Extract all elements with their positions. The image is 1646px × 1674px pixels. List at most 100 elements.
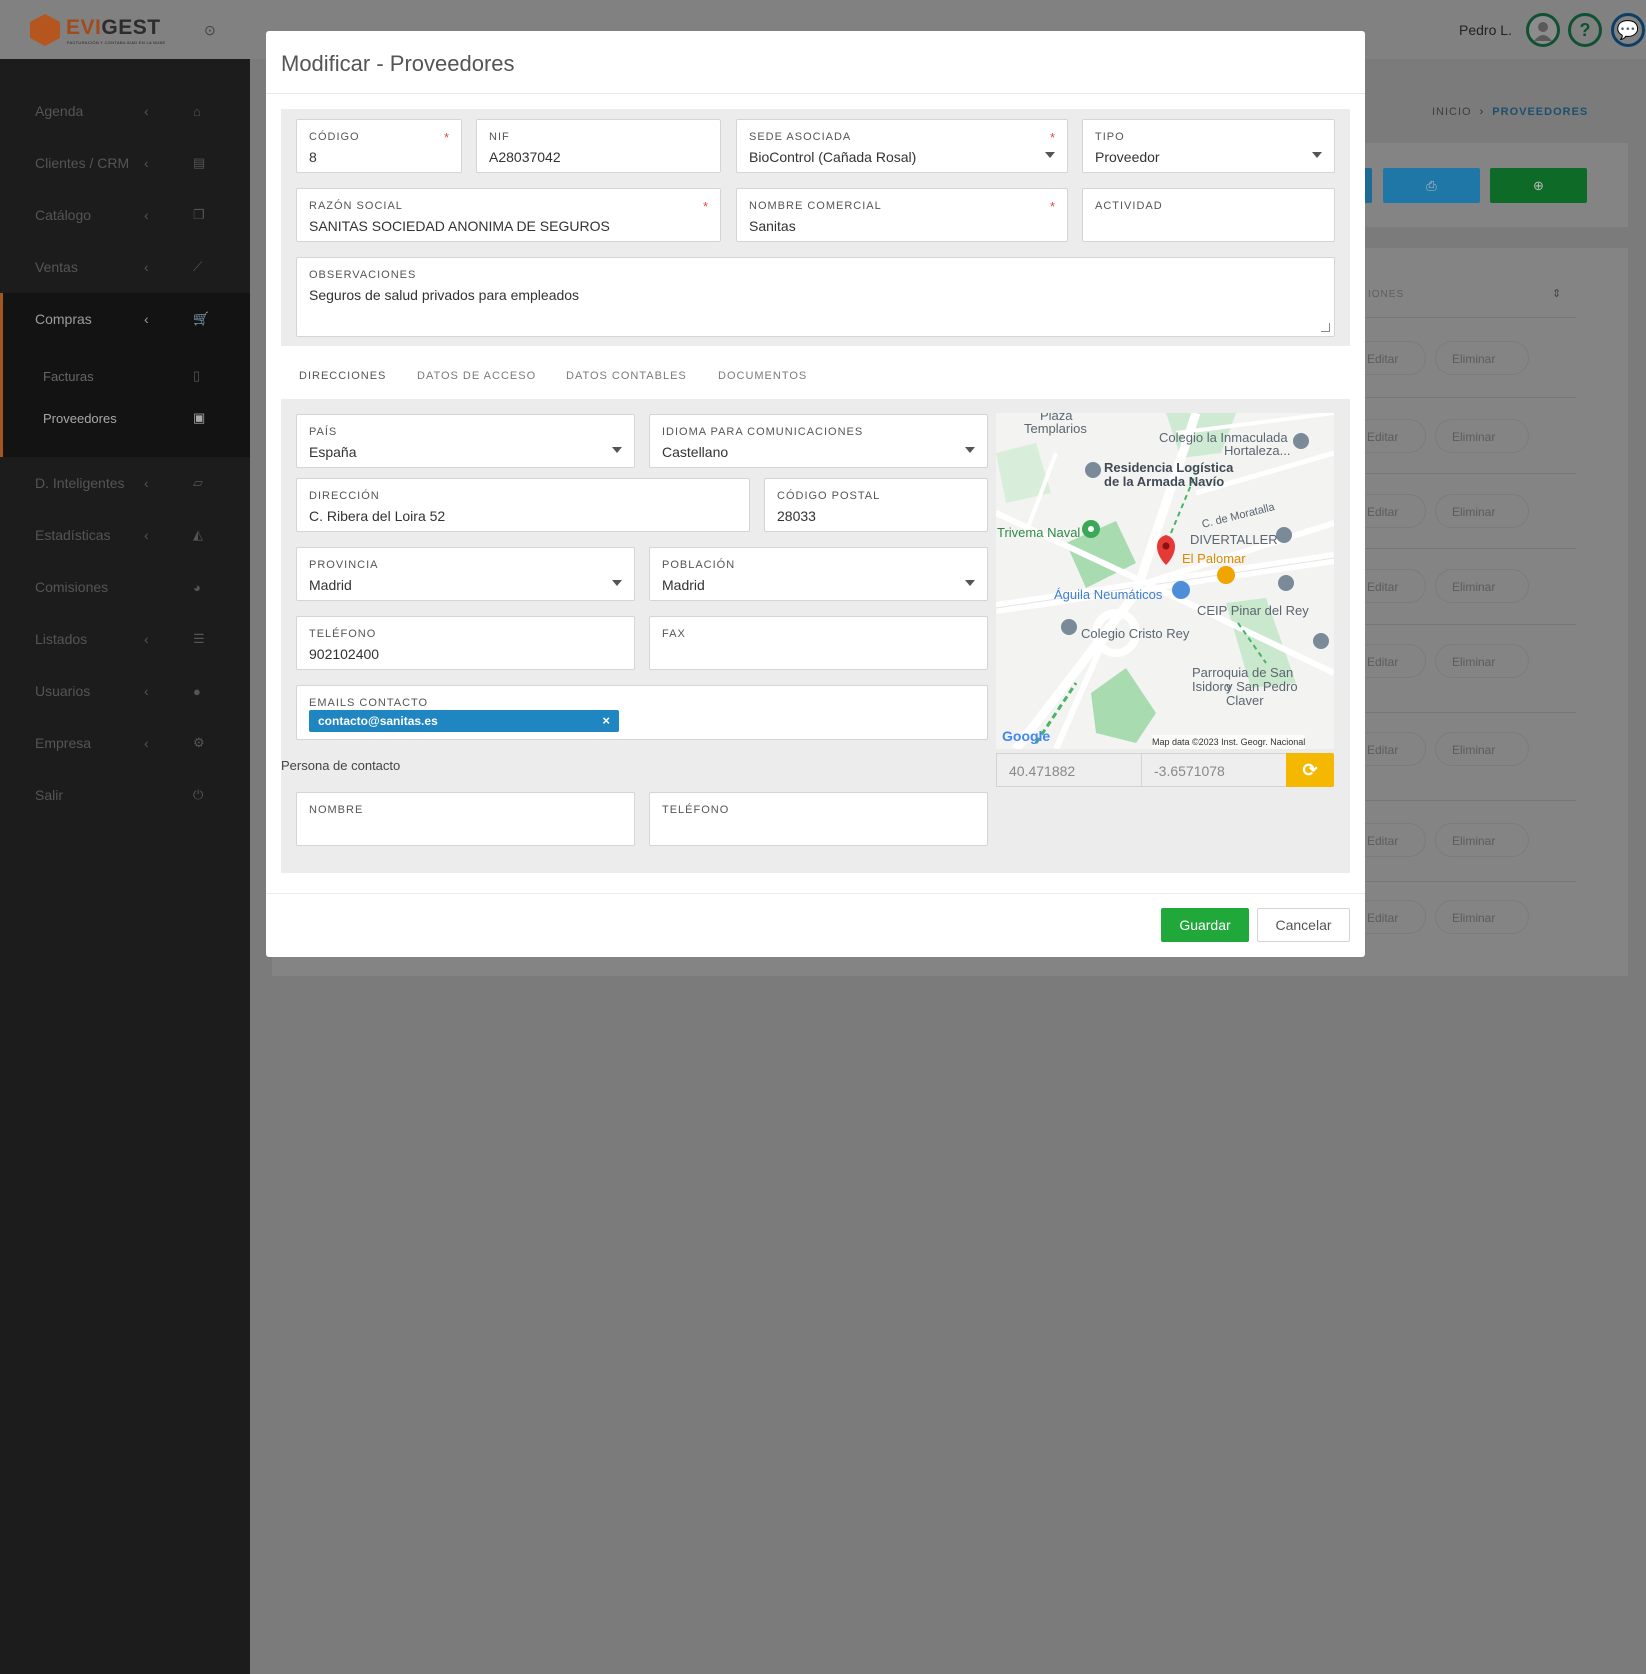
- breadcrumb-home[interactable]: INICIO: [1432, 106, 1472, 118]
- pie-chart-icon: ◕: [193, 579, 201, 595]
- map-label: Águila Neumáticos: [1054, 587, 1163, 602]
- table-row: Editar Eliminar: [1350, 569, 1590, 603]
- sidebar-item-agenda[interactable]: Agenda ‹ ⌂: [0, 85, 250, 137]
- delete-button[interactable]: Eliminar: [1435, 494, 1529, 528]
- map-label: Colegio Cristo Rey: [1081, 626, 1190, 641]
- contacto-telefono-field[interactable]: TELÉFONO: [649, 792, 988, 846]
- sidebar-item-ventas[interactable]: Ventas ‹ ⟋: [0, 241, 250, 293]
- table-divider: [1350, 473, 1576, 474]
- codigo-field[interactable]: CÓDIGO * 8: [296, 119, 462, 173]
- required-asterisk: *: [1049, 199, 1055, 214]
- sidebar-item-usuarios[interactable]: Usuarios ‹ ●: [0, 665, 250, 717]
- required-asterisk: *: [1049, 130, 1055, 145]
- map-label: CEIP Pinar del Rey: [1197, 603, 1309, 618]
- actividad-field[interactable]: ACTIVIDAD: [1082, 188, 1335, 242]
- refresh-location-button[interactable]: ⟳: [1286, 753, 1334, 787]
- location-map[interactable]: Plaza Templarios Colegio la Inmaculada H…: [996, 413, 1334, 749]
- nif-field[interactable]: NIF A28037042: [476, 119, 721, 173]
- tab-datos-acceso[interactable]: DATOS DE ACCESO: [417, 370, 536, 382]
- delete-button[interactable]: Eliminar: [1435, 341, 1529, 375]
- table-divider: [1350, 548, 1576, 549]
- copy-icon: ❐: [193, 207, 205, 222]
- pais-select[interactable]: PAÍS España: [296, 414, 635, 468]
- dropdown-caret-icon: [965, 447, 975, 453]
- sidebar-item-empresa[interactable]: Empresa ‹ ⚙: [0, 717, 250, 769]
- emails-contacto-field[interactable]: EMAILS CONTACTO contacto@sanitas.es ×: [296, 685, 988, 740]
- tab-datos-contables[interactable]: DATOS CONTABLES: [566, 370, 687, 382]
- app-logo[interactable]: EVIGEST FACTURACIÓN Y CONTABILIDAD EN LA…: [30, 14, 190, 48]
- delete-button[interactable]: Eliminar: [1435, 823, 1529, 857]
- print-button[interactable]: ⎙: [1383, 168, 1480, 203]
- delete-button[interactable]: Eliminar: [1435, 732, 1529, 766]
- sidebar-item-salir[interactable]: Salir ⏻: [0, 769, 250, 821]
- latitude-field[interactable]: 40.471882: [996, 753, 1142, 787]
- dropdown-caret-icon: [965, 580, 975, 586]
- sede-asociada-select[interactable]: SEDE ASOCIADA * BioControl (Cañada Rosal): [736, 119, 1068, 173]
- sort-icon[interactable]: ⇕: [1552, 287, 1561, 300]
- codigo-postal-field[interactable]: CÓDIGO POSTAL 28033: [764, 478, 988, 532]
- delete-button[interactable]: Eliminar: [1435, 569, 1529, 603]
- tab-documentos[interactable]: DOCUMENTOS: [718, 370, 807, 382]
- refresh-icon: ⟳: [1302, 759, 1318, 780]
- required-asterisk: *: [702, 199, 708, 214]
- map-attribution: Map data ©2023 Inst. Geogr. Nacional: [1152, 735, 1306, 749]
- sidebar-item-comisiones[interactable]: Comisiones ◕: [0, 561, 250, 613]
- map-label: Trivema Naval: [997, 525, 1081, 540]
- delete-button[interactable]: Eliminar: [1435, 900, 1529, 934]
- table-divider: [1350, 881, 1576, 882]
- nombre-comercial-field[interactable]: NOMBRE COMERCIAL * Sanitas: [736, 188, 1068, 242]
- table-divider: [1350, 317, 1576, 318]
- address-card-icon: ▣: [193, 410, 206, 425]
- google-logo: Google: [1002, 728, 1051, 744]
- sidebar-subitem-proveedores[interactable]: Proveedores ▣: [3, 399, 253, 439]
- add-button[interactable]: ⊕: [1490, 168, 1587, 203]
- sidebar-item-clientes[interactable]: Clientes / CRM ‹ ▤: [0, 137, 250, 189]
- tipo-select[interactable]: TIPO Proveedor: [1082, 119, 1335, 173]
- fax-field[interactable]: FAX: [649, 616, 988, 670]
- user-name[interactable]: Pedro L.: [1459, 22, 1512, 38]
- table-row: Editar Eliminar: [1350, 823, 1590, 857]
- table-row: Editar Eliminar: [1350, 341, 1590, 375]
- chat-button[interactable]: 💬: [1611, 13, 1645, 47]
- chevron-left-icon: ‹: [144, 155, 149, 171]
- map-label: de la Armada Navío: [1104, 474, 1225, 489]
- sidebar-item-compras[interactable]: Compras ‹ 🛒: [3, 293, 253, 345]
- map-label: Residencia Logística: [1104, 460, 1234, 475]
- avatar[interactable]: [1526, 13, 1560, 47]
- poblacion-select[interactable]: POBLACIÓN Madrid: [649, 547, 988, 601]
- sidebar-item-listados[interactable]: Listados ‹ ☰: [0, 613, 250, 665]
- razon-social-field[interactable]: RAZÓN SOCIAL * SANITAS SOCIEDAD ANONIMA D…: [296, 188, 721, 242]
- sidebar-toggle-icon[interactable]: ⊙: [204, 22, 216, 39]
- delete-button[interactable]: Eliminar: [1435, 644, 1529, 678]
- longitude-field[interactable]: -3.6571078: [1141, 753, 1287, 787]
- chevron-left-icon: ‹: [144, 475, 149, 491]
- tab-direcciones[interactable]: DIRECCIONES: [299, 370, 386, 382]
- telefono-field[interactable]: TELÉFONO 902102400: [296, 616, 635, 670]
- sidebar-subitem-facturas[interactable]: Facturas ▯: [3, 357, 253, 397]
- sidebar-item-catalogo[interactable]: Catálogo ‹ ❐: [0, 189, 250, 241]
- table-row: Editar Eliminar: [1350, 644, 1590, 678]
- idioma-select[interactable]: IDIOMA PARA COMUNICACIONES Castellano: [649, 414, 988, 468]
- delete-button[interactable]: Eliminar: [1435, 419, 1529, 453]
- observaciones-textarea[interactable]: OBSERVACIONES Seguros de salud privados …: [296, 257, 1335, 337]
- provincia-select[interactable]: PROVINCIA Madrid: [296, 547, 635, 601]
- modal-header-divider: [266, 93, 1365, 94]
- map-label: Hortaleza...: [1224, 443, 1291, 458]
- save-button[interactable]: Guardar: [1161, 908, 1249, 942]
- chevron-left-icon: ‹: [144, 259, 149, 275]
- help-button[interactable]: ?: [1568, 13, 1602, 47]
- map-label: El Palomar: [1182, 551, 1246, 566]
- resize-handle-icon[interactable]: [1321, 323, 1330, 332]
- edit-supplier-modal: Modificar - Proveedores CÓDIGO * 8 NIF A2…: [266, 31, 1365, 957]
- remove-tag-icon[interactable]: ×: [602, 713, 610, 728]
- contacto-nombre-field[interactable]: NOMBRE: [296, 792, 635, 846]
- cancel-button[interactable]: Cancelar: [1257, 908, 1350, 942]
- map-label: y San Pedro Claver: [1226, 679, 1298, 708]
- table-divider: [1350, 800, 1576, 801]
- direccion-field[interactable]: DIRECCIÓN C. Ribera del Loira 52: [296, 478, 750, 532]
- modal-tabs: DIRECCIONES DATOS DE ACCESO DATOS CONTAB…: [281, 357, 1350, 403]
- sidebar-item-estadisticas[interactable]: Estadísticas ‹ ◭: [0, 509, 250, 561]
- dropdown-caret-icon: [612, 580, 622, 586]
- user-icon: ●: [193, 683, 201, 699]
- sidebar-item-dinteligentes[interactable]: D. Inteligentes ‹ ▱: [0, 457, 250, 509]
